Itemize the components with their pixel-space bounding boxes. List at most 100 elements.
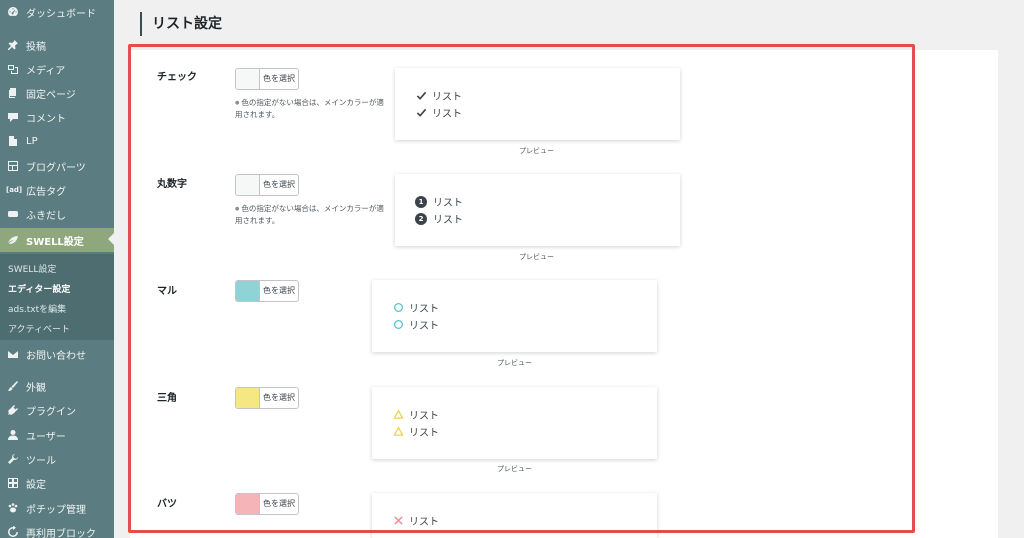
sidebar-item-reusable-blocks[interactable]: 再利用ブロック xyxy=(0,521,114,538)
wrench-icon xyxy=(6,452,20,466)
sidebar-item-tools[interactable]: ツール xyxy=(0,448,114,470)
list-item: リスト xyxy=(392,317,439,332)
sidebar-item-label: コメント xyxy=(26,113,66,125)
check-icon xyxy=(415,90,427,102)
sidebar-item-settings[interactable]: 設定 xyxy=(0,472,114,494)
sidebar-item-blog-parts[interactable]: ブログパーツ xyxy=(0,155,114,177)
sidebar-item-ad-tags[interactable]: [ad] 広告タグ xyxy=(0,179,114,201)
number-badge: 2 xyxy=(415,212,427,225)
sidebar-item-label: ダッシュボード xyxy=(26,8,96,20)
sidebar-item-users[interactable]: ユーザー xyxy=(0,424,114,446)
sidebar-item-label: 固定ページ xyxy=(26,89,76,101)
setting-label-cross: バツ xyxy=(157,499,177,510)
sidebar-item-label: メディア xyxy=(26,65,66,77)
color-button-label: 色を選択 xyxy=(263,499,295,508)
sidebar-item-contact[interactable]: お問い合わせ xyxy=(0,343,114,365)
list-item: リスト xyxy=(392,300,439,315)
list-item-text: リスト xyxy=(432,109,462,120)
sidebar-item-pages[interactable]: 固定ページ xyxy=(0,82,114,104)
sidebar-item-pochipp[interactable]: ポチップ管理 xyxy=(0,497,114,519)
check-list-preview: リスト リスト xyxy=(395,68,680,140)
preview-caption: プレビュー xyxy=(497,465,532,473)
sidebar-item-label: SWELL設定 xyxy=(26,236,84,248)
sidebar-item-lp[interactable]: LP xyxy=(0,130,114,152)
sidebar-item-posts[interactable]: 投稿 xyxy=(0,34,114,56)
swell-submenu: SWELL設定 エディター設定 ads.txtを編集 アクティベート xyxy=(0,254,114,340)
list-item: リスト xyxy=(392,513,439,528)
color-swatch xyxy=(236,388,260,408)
paw-icon xyxy=(6,501,20,515)
media-icon xyxy=(6,62,20,76)
sidebar-item-plugins[interactable]: プラグイン xyxy=(0,399,114,421)
sidebar-item-label: 外観 xyxy=(26,382,46,394)
preview-caption: プレビュー xyxy=(497,359,532,367)
paintbrush-icon xyxy=(6,379,20,393)
page-icon xyxy=(6,86,20,100)
blog-parts-icon xyxy=(6,159,20,173)
cross-icon xyxy=(392,515,404,527)
list-item: 2 リスト xyxy=(415,211,463,226)
color-button-label: 色を選択 xyxy=(263,286,295,295)
list-item-text: リスト xyxy=(409,517,439,528)
triangle-list-preview: リスト リスト xyxy=(372,387,657,459)
triangle-color-picker-button[interactable]: 色を選択 xyxy=(235,387,299,409)
submenu-item-ads-txt[interactable]: ads.txtを編集 xyxy=(8,302,66,315)
list-item-text: リスト xyxy=(409,304,439,315)
sidebar-item-balloon[interactable]: ふきだし xyxy=(0,203,114,225)
list-item: リスト xyxy=(415,105,462,120)
balloon-icon xyxy=(6,207,20,221)
sidebar-item-swell-settings[interactable]: SWELL設定 xyxy=(0,228,114,252)
list-item-text: リスト xyxy=(433,215,463,226)
sidebar-item-label: 広告タグ xyxy=(26,186,67,198)
list-item-text: リスト xyxy=(432,92,462,103)
color-swatch xyxy=(236,69,260,89)
triangle-icon xyxy=(392,409,404,421)
sidebar-item-appearance[interactable]: 外観 xyxy=(0,375,114,397)
sidebar-item-label: ユーザー xyxy=(26,431,66,443)
color-swatch xyxy=(236,281,260,301)
circle-list-preview: リスト リスト xyxy=(372,280,657,352)
dashboard-icon xyxy=(6,5,20,19)
submenu-item-activate[interactable]: アクティベート xyxy=(8,322,70,335)
main-color-note: 色の指定がない場合は、メインカラーが適用されます。 xyxy=(235,203,385,227)
swell-leaf-icon xyxy=(6,233,20,247)
page-title: リスト設定 xyxy=(140,12,222,36)
list-item-text: リスト xyxy=(409,428,439,439)
submenu-item-swell-settings[interactable]: SWELL設定 xyxy=(8,262,56,275)
circle-icon xyxy=(392,302,404,314)
list-item: リスト xyxy=(392,407,439,422)
setting-label-triangle: 三角 xyxy=(157,393,177,404)
sidebar-item-label: LP xyxy=(26,135,38,147)
settings-icon xyxy=(6,476,20,490)
list-item: リスト xyxy=(415,88,462,103)
list-item: 1 リスト xyxy=(415,194,463,209)
triangle-icon xyxy=(392,426,404,438)
ad-icon: [ad] xyxy=(6,186,23,194)
submenu-item-editor-settings[interactable]: エディター設定 xyxy=(8,282,70,295)
sidebar-item-label: お問い合わせ xyxy=(26,350,86,362)
plugin-icon xyxy=(6,403,20,417)
check-color-picker-button[interactable]: 色を選択 xyxy=(235,68,299,90)
sidebar-item-comments[interactable]: コメント xyxy=(0,106,114,128)
cross-list-preview: リスト xyxy=(372,493,657,538)
list-item-text: リスト xyxy=(409,411,439,422)
setting-label-circle: マル xyxy=(157,286,177,297)
sidebar-item-media[interactable]: メディア xyxy=(0,58,114,80)
color-button-label: 色を選択 xyxy=(263,74,295,83)
list-item-text: リスト xyxy=(433,198,463,209)
list-item: リスト xyxy=(392,424,439,439)
sidebar-item-dashboard[interactable]: ダッシュボード xyxy=(0,1,114,23)
main-color-note: 色の指定がない場合は、メインカラーが適用されます。 xyxy=(235,97,385,121)
comment-icon xyxy=(6,110,20,124)
setting-label-numbered: 丸数字 xyxy=(157,179,187,190)
sidebar-item-label: ブログパーツ xyxy=(26,162,86,174)
cross-color-picker-button[interactable]: 色を選択 xyxy=(235,493,299,515)
document-icon xyxy=(6,134,20,148)
sidebar-item-label: 投稿 xyxy=(26,41,46,53)
circle-color-picker-button[interactable]: 色を選択 xyxy=(235,280,299,302)
numbered-color-picker-button[interactable]: 色を選択 xyxy=(235,174,299,196)
number-badge: 1 xyxy=(415,195,427,208)
check-icon xyxy=(415,107,427,119)
circle-icon xyxy=(392,319,404,331)
sidebar-item-label: ツール xyxy=(26,455,56,467)
